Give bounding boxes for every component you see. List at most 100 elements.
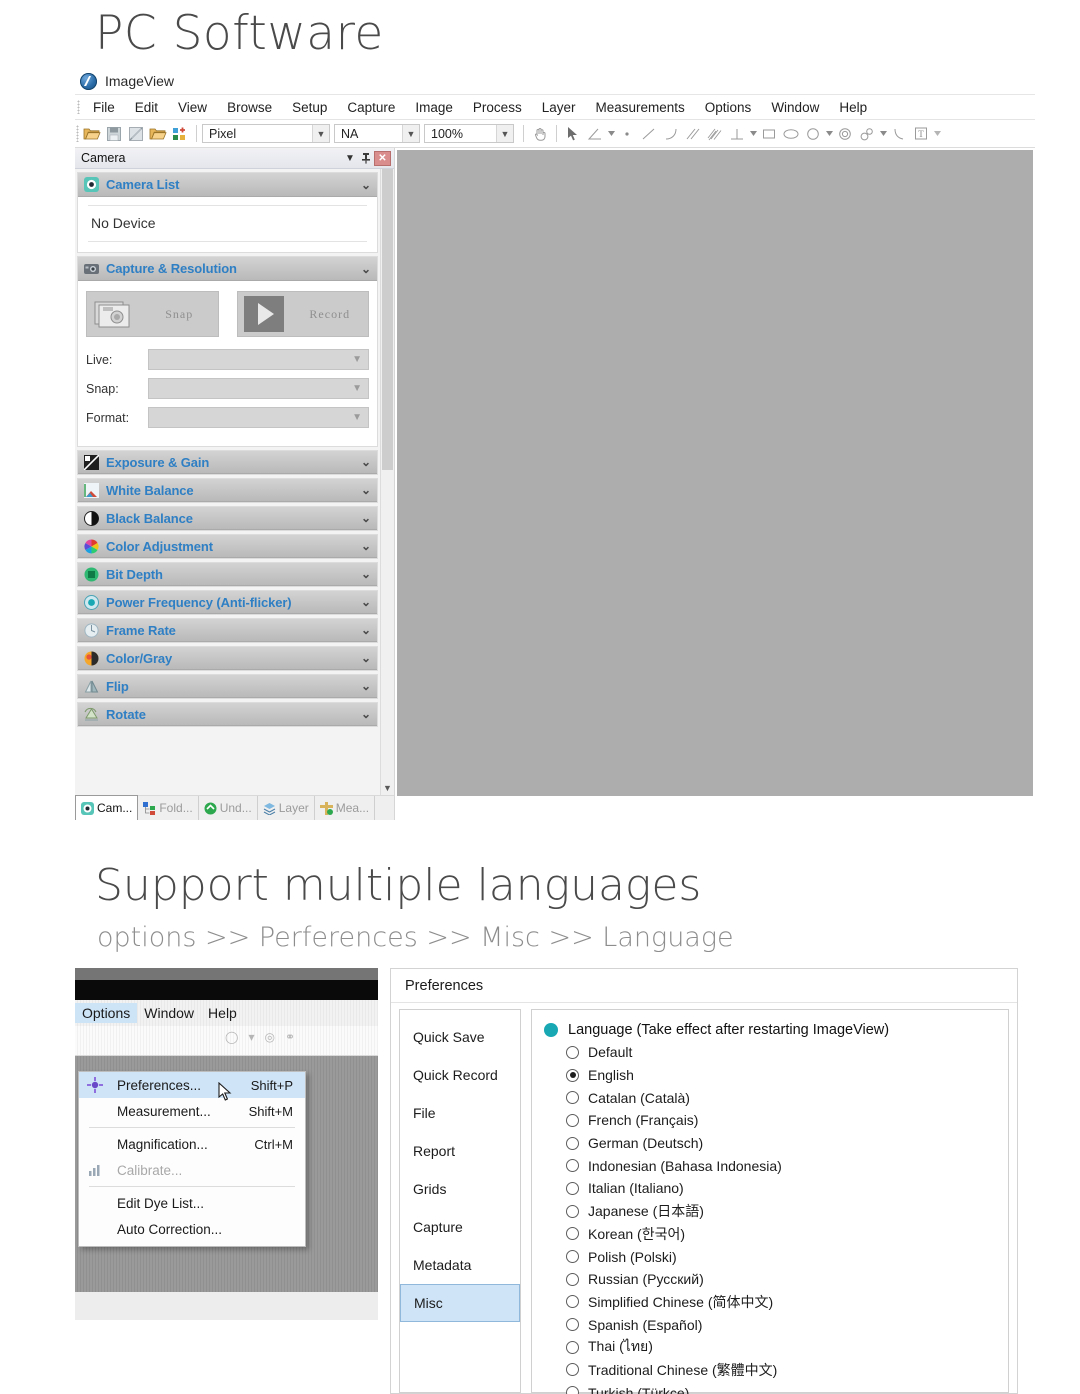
radio-button[interactable] (566, 1113, 579, 1127)
chevron-down-icon[interactable] (606, 123, 616, 145)
live-resolution-select[interactable]: ▼ (148, 349, 369, 370)
chevron-up-icon[interactable]: ⌄ (361, 178, 371, 192)
chevron-down-icon[interactable] (748, 123, 758, 145)
select-arrow-icon[interactable] (562, 123, 584, 145)
capture-resolution-header[interactable]: Capture & Resolution ⌄ (78, 257, 377, 281)
options-menu-item-preferences[interactable]: Preferences... Shift+P (79, 1072, 305, 1098)
menu-item-options[interactable]: Options (695, 97, 762, 118)
section-frame-rate[interactable]: Frame Rate ⌄ (77, 618, 378, 643)
radio-button[interactable] (566, 1159, 579, 1173)
language-option-simplified-chinese[interactable]: Simplified Chinese (简体中文) (544, 1291, 998, 1314)
preferences-nav-capture[interactable]: Capture (400, 1208, 520, 1246)
section-header[interactable]: Rotate ⌄ (78, 703, 377, 726)
panel-tab-layer[interactable]: Layer (257, 796, 315, 820)
circle-icon[interactable] (802, 123, 824, 145)
language-option-korean[interactable]: Korean (한국어) (544, 1223, 998, 1246)
menu-item-window[interactable]: Window (761, 97, 829, 118)
chevron-down-icon[interactable]: ⌄ (361, 595, 371, 609)
radio-button[interactable] (566, 1045, 579, 1059)
scroll-down-icon[interactable]: ▼ (380, 780, 394, 795)
close-icon[interactable]: ✕ (374, 150, 391, 166)
radio-button[interactable] (566, 1363, 579, 1377)
chevron-up-icon[interactable]: ⌄ (361, 262, 371, 276)
section-bit-depth[interactable]: Bit Depth ⌄ (77, 562, 378, 587)
thumbnail-icon[interactable] (169, 123, 191, 145)
line-icon[interactable] (638, 123, 660, 145)
radio-button[interactable] (566, 1272, 579, 1286)
radio-button[interactable] (566, 1250, 579, 1264)
menu-item-edit[interactable]: Edit (125, 97, 168, 118)
point-icon[interactable] (616, 123, 638, 145)
language-option-turkish-t-rk-e[interactable]: Turkish (Türkçe) (544, 1381, 998, 1394)
preferences-nav-misc[interactable]: Misc (400, 1284, 520, 1322)
section-flip[interactable]: Flip ⌄ (77, 674, 378, 699)
double-parallel-icon[interactable] (704, 123, 726, 145)
camera-list-header[interactable]: Camera List ⌄ (78, 173, 377, 197)
menu-item-setup[interactable]: Setup (282, 97, 337, 118)
snap-resolution-select[interactable]: ▼ (148, 378, 369, 399)
chevron-down-icon[interactable]: ▼ (342, 150, 358, 166)
chevron-down-icon[interactable]: ⌄ (361, 651, 371, 665)
panel-tab-fold[interactable]: Fold... (138, 796, 199, 820)
language-option-english[interactable]: English (544, 1064, 998, 1087)
section-header[interactable]: White Balance ⌄ (78, 479, 377, 502)
chevron-down-icon[interactable] (824, 123, 834, 145)
panel-tab-und[interactable]: Und... (198, 796, 258, 820)
parallel-icon[interactable] (682, 123, 704, 145)
camera-panel-scrollbar[interactable]: ▲ ▼ (380, 169, 394, 795)
section-power-frequency-anti-flicker[interactable]: Power Frequency (Anti-flicker) ⌄ (77, 590, 378, 615)
camera-device-item[interactable]: No Device (88, 206, 367, 241)
radio-button[interactable] (566, 1068, 579, 1082)
section-color-gray[interactable]: Color/Gray ⌄ (77, 646, 378, 671)
unit-combobox[interactable]: Pixel ▼ (202, 124, 330, 143)
shot-menu-help[interactable]: Help (201, 1003, 244, 1023)
section-header[interactable]: Color Adjustment ⌄ (78, 535, 377, 558)
open-folder-icon[interactable] (81, 123, 103, 145)
chevron-down-icon[interactable]: ⌄ (361, 455, 371, 469)
language-option-japanese[interactable]: Japanese (日本語) (544, 1200, 998, 1223)
chevron-down-icon[interactable]: ⌄ (361, 483, 371, 497)
chevron-down-icon[interactable]: ⌄ (361, 511, 371, 525)
language-option-default[interactable]: Default (544, 1041, 998, 1064)
save-icon[interactable] (103, 123, 125, 145)
calibration-combobox[interactable]: NA ▼ (334, 124, 420, 143)
shot-menu-options[interactable]: Options (75, 1003, 138, 1023)
menu-item-file[interactable]: File (83, 97, 125, 118)
chevron-down-icon[interactable] (932, 123, 942, 145)
snap-button[interactable]: Snap (86, 291, 219, 337)
radio-button[interactable] (566, 1227, 579, 1241)
section-header[interactable]: Flip ⌄ (78, 675, 377, 698)
panel-tab-mea[interactable]: Mea... (314, 796, 376, 820)
section-exposure-gain[interactable]: Exposure & Gain ⌄ (77, 450, 378, 475)
shot-menu-window[interactable]: Window (137, 1003, 201, 1023)
ellipse-icon[interactable] (780, 123, 802, 145)
chevron-down-icon[interactable]: ⌄ (361, 707, 371, 721)
section-header[interactable]: Frame Rate ⌄ (78, 619, 377, 642)
scrollbar-thumb[interactable] (382, 169, 393, 470)
menu-item-layer[interactable]: Layer (532, 97, 586, 118)
pan-hand-icon[interactable] (529, 123, 551, 145)
menu-item-browse[interactable]: Browse (217, 97, 282, 118)
chevron-down-icon[interactable]: ⌄ (361, 539, 371, 553)
section-white-balance[interactable]: White Balance ⌄ (77, 478, 378, 503)
options-menu-item-magnification[interactable]: Magnification... Ctrl+M (79, 1131, 305, 1157)
section-color-adjustment[interactable]: Color Adjustment ⌄ (77, 534, 378, 559)
radio-button[interactable] (566, 1136, 579, 1150)
preferences-nav-grids[interactable]: Grids (400, 1170, 520, 1208)
arbitrary-line-icon[interactable] (660, 123, 682, 145)
language-option-indonesian-bahasa-indonesia[interactable]: Indonesian (Bahasa Indonesia) (544, 1154, 998, 1177)
menu-item-image[interactable]: Image (405, 97, 463, 118)
section-header[interactable]: Exposure & Gain ⌄ (78, 451, 377, 474)
radio-button[interactable] (566, 1204, 579, 1218)
preferences-nav-report[interactable]: Report (400, 1132, 520, 1170)
chevron-down-icon[interactable]: ⌄ (361, 623, 371, 637)
language-option-polish-polski[interactable]: Polish (Polski) (544, 1245, 998, 1268)
chevron-down-icon[interactable]: ⌄ (361, 679, 371, 693)
radio-button[interactable] (566, 1318, 579, 1332)
radio-button[interactable] (566, 1295, 579, 1309)
annulus-icon[interactable] (834, 123, 856, 145)
options-menu-item-measurement[interactable]: Measurement... Shift+M (79, 1098, 305, 1124)
image-canvas-area[interactable] (395, 148, 1035, 820)
options-menu-item-auto-correction[interactable]: Auto Correction... (79, 1216, 305, 1242)
image-canvas[interactable] (397, 150, 1033, 796)
